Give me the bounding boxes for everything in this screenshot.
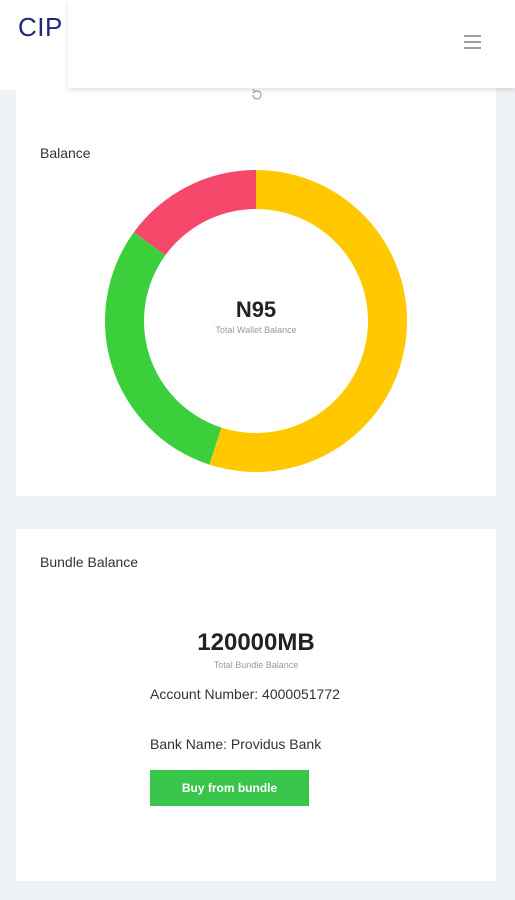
brand-area: CIP (0, 0, 68, 90)
bundle-balance-title: Bundle Balance (40, 554, 139, 570)
balance-card: Balance N95 Total Wallet Balance (16, 88, 496, 496)
balance-title: Balance (40, 145, 91, 161)
bundle-balance-card: Bundle Balance 120000MB Total Bundle Bal… (16, 529, 496, 881)
brand-logo[interactable]: CIP (18, 12, 63, 43)
wallet-balance-caption: Total Wallet Balance (215, 325, 297, 335)
hamburger-menu-icon[interactable] (464, 35, 481, 49)
bundle-balance-caption: Total Bundle Balance (213, 660, 299, 670)
refresh-icon[interactable] (250, 88, 264, 102)
buy-from-bundle-button[interactable]: Buy from bundle (150, 770, 309, 806)
wallet-balance-value: N95 (235, 297, 277, 322)
bundle-balance-value: 120000MB (197, 629, 315, 656)
account-number: Account Number: 4000051772 (150, 686, 340, 702)
bank-name: Bank Name: Providus Bank (150, 736, 322, 752)
balance-donut-chart: N95 Total Wallet Balance (104, 170, 407, 472)
donut-center: N95 Total Wallet Balance (105, 170, 407, 472)
top-header (68, 0, 515, 88)
